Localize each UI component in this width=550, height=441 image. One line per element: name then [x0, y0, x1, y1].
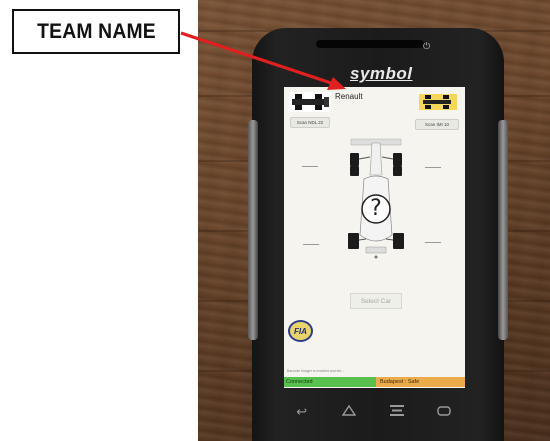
wheel-rear-right-slot: [425, 242, 441, 243]
team-name-label: Renault: [335, 92, 363, 101]
device-brand-logo: symbol: [350, 64, 413, 83]
opponent-car-thumbnail[interactable]: [419, 94, 457, 110]
device-left-grip: [248, 120, 258, 340]
back-icon[interactable]: ↩: [290, 405, 314, 420]
connection-status: Connected: [284, 377, 376, 387]
device-speaker: [316, 40, 424, 48]
select-car-button[interactable]: Select Car: [350, 293, 402, 309]
image-stage: ⏻ symbol Renault Scan NDL 22 Scan IMI 10: [0, 0, 550, 441]
wheel-front-left-slot: [302, 166, 318, 167]
fia-logo: FIA: [288, 320, 313, 342]
menu-icon[interactable]: [385, 404, 409, 420]
callout-label: TEAM NAME: [36, 19, 156, 43]
location-status: Budapest : Safe: [376, 377, 465, 387]
unknown-car-mark: ?: [370, 196, 382, 221]
app-screen: Renault Scan NDL 22 Scan IMI 10 ? Select…: [284, 87, 465, 388]
scan-left-button[interactable]: Scan NDL 22: [290, 117, 330, 128]
wheel-rear-left-slot: [303, 244, 319, 245]
status-bar: Connected Budapest : Safe: [284, 377, 465, 387]
home-icon[interactable]: [337, 404, 361, 420]
recent-apps-icon[interactable]: [432, 405, 456, 420]
team-name-callout: TEAM NAME: [12, 9, 180, 54]
team-car-thumbnail[interactable]: [289, 92, 331, 112]
scan-right-button[interactable]: Scan IMI 10: [415, 119, 459, 130]
power-icon[interactable]: ⏻: [423, 41, 430, 52]
wheel-front-right-slot: [425, 167, 441, 168]
status-message: Barcode Imager is enabled and ide...: [287, 369, 345, 373]
android-nav-bar: ↩: [278, 400, 468, 424]
device-right-grip: [498, 120, 508, 340]
